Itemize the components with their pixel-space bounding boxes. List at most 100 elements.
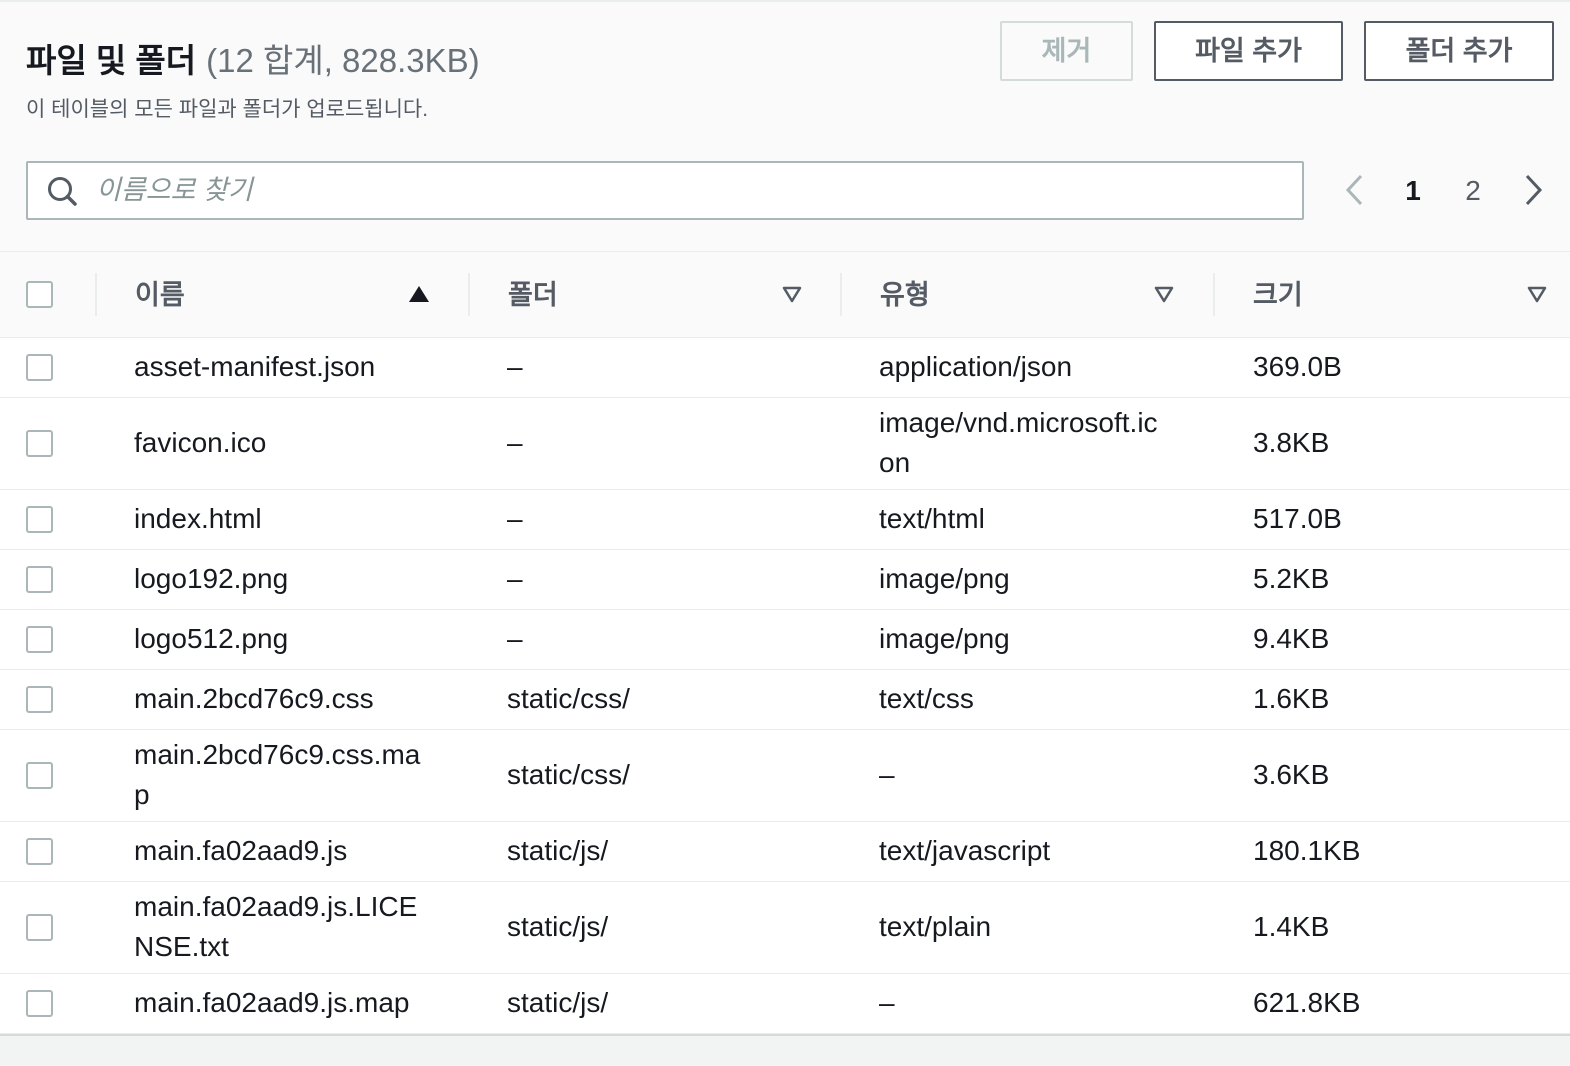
row-checkbox[interactable] xyxy=(26,761,53,789)
folder-cell: – xyxy=(507,623,523,654)
add-folder-button[interactable]: 폴더 추가 xyxy=(1364,21,1554,81)
add-files-button[interactable]: 파일 추가 xyxy=(1154,21,1343,81)
type-cell: – xyxy=(879,759,895,790)
table-row: main.fa02aad9.js.map static/js/ – 621.8K… xyxy=(0,974,1570,1034)
column-header-type[interactable]: 유형 xyxy=(840,252,1213,337)
folder-cell: static/css/ xyxy=(507,759,630,790)
folder-cell: static/js/ xyxy=(507,987,609,1018)
file-name-cell: logo512.png xyxy=(134,623,289,654)
files-panel-header: 파일 및 폴더 (12 합계, 828.3KB) 이 테이블의 모든 파일과 폴더… xyxy=(0,0,1570,251)
row-checkbox[interactable] xyxy=(26,837,53,865)
search-input[interactable] xyxy=(96,163,1286,218)
column-header-label: 폴더 xyxy=(508,279,558,310)
select-all-checkbox[interactable] xyxy=(26,281,53,308)
type-cell: text/javascript xyxy=(879,835,1051,866)
size-cell: 1.4KB xyxy=(1253,911,1330,942)
file-name-cell: main.fa02aad9.js.map xyxy=(134,987,410,1018)
folder-cell: static/js/ xyxy=(507,835,609,866)
file-name-cell: index.html xyxy=(134,503,262,534)
table-row: main.2bcd76c9.css.map static/css/ – 3.6K… xyxy=(0,730,1570,822)
file-name-cell: main.2bcd76c9.css.map xyxy=(134,739,421,810)
table-row: asset-manifest.json – application/json 3… xyxy=(0,338,1570,398)
type-cell: text/html xyxy=(879,503,985,534)
type-cell: text/plain xyxy=(879,911,992,942)
size-cell: 621.8KB xyxy=(1253,987,1361,1018)
page-button-2[interactable]: 2 xyxy=(1458,161,1488,220)
row-checkbox[interactable] xyxy=(26,913,53,941)
row-select-cell xyxy=(0,761,95,789)
column-divider xyxy=(468,273,470,316)
file-name-cell: favicon.ico xyxy=(134,427,267,458)
row-checkbox[interactable] xyxy=(26,685,53,713)
column-header-label: 크기 xyxy=(1253,279,1303,310)
panel-description: 이 테이블의 모든 파일과 폴더가 업로드됩니다. xyxy=(26,98,429,121)
panel-title-text: 파일 및 폴더 xyxy=(26,42,197,79)
search-icon xyxy=(44,173,78,207)
file-table-body: asset-manifest.json – application/json 3… xyxy=(0,338,1570,1036)
size-cell: 1.6KB xyxy=(1253,683,1330,714)
table-row: main.fa02aad9.js static/js/ text/javascr… xyxy=(0,822,1570,882)
table-row: main.fa02aad9.js.LICENSE.txt static/js/ … xyxy=(0,882,1570,974)
page-button-1[interactable]: 1 xyxy=(1398,161,1428,220)
search-box xyxy=(26,161,1304,220)
file-name-cell: asset-manifest.json xyxy=(134,351,376,382)
type-cell: application/json xyxy=(879,351,1073,382)
sort-caret-down-icon xyxy=(1527,286,1547,303)
sort-caret-up-icon xyxy=(409,286,429,303)
type-cell: image/png xyxy=(879,623,1010,654)
row-select-cell xyxy=(0,353,95,381)
size-cell: 369.0B xyxy=(1253,351,1342,382)
size-cell: 5.2KB xyxy=(1253,563,1330,594)
row-select-cell xyxy=(0,625,95,653)
column-header-size[interactable]: 크기 xyxy=(1213,252,1570,337)
row-select-cell xyxy=(0,429,95,457)
table-row: logo192.png – image/png 5.2KB xyxy=(0,550,1570,610)
sort-caret-down-icon xyxy=(782,286,802,303)
next-page-button[interactable] xyxy=(1522,174,1544,206)
row-checkbox[interactable] xyxy=(26,353,53,381)
row-select-cell xyxy=(0,565,95,593)
folder-cell: static/css/ xyxy=(507,683,630,714)
size-cell: 3.6KB xyxy=(1253,759,1330,790)
size-cell: 3.8KB xyxy=(1253,427,1330,458)
folder-cell: – xyxy=(507,427,523,458)
table-row: logo512.png – image/png 9.4KB xyxy=(0,610,1570,670)
column-header-label: 이름 xyxy=(135,279,185,310)
item-count-summary: (12 합계, 828.3KB) xyxy=(206,42,480,79)
row-select-cell xyxy=(0,837,95,865)
file-name-cell: main.2bcd76c9.css xyxy=(134,683,374,714)
column-header-name[interactable]: 이름 xyxy=(95,252,468,337)
type-cell: image/png xyxy=(879,563,1010,594)
file-name-cell: main.fa02aad9.js.LICENSE.txt xyxy=(134,891,418,962)
folder-cell: static/js/ xyxy=(507,911,609,942)
row-select-cell xyxy=(0,989,95,1017)
table-row: favicon.ico – image/vnd.microsoft.icon 3… xyxy=(0,398,1570,490)
row-checkbox[interactable] xyxy=(26,429,53,457)
select-all-cell xyxy=(0,252,95,337)
row-select-cell xyxy=(0,913,95,941)
type-cell: – xyxy=(879,987,895,1018)
row-checkbox[interactable] xyxy=(26,625,53,653)
file-name-cell: main.fa02aad9.js xyxy=(134,835,348,866)
type-cell: image/vnd.microsoft.icon xyxy=(879,407,1158,478)
column-header-folder[interactable]: 폴더 xyxy=(468,252,840,337)
chevron-left-icon xyxy=(1344,174,1366,206)
sort-caret-down-icon xyxy=(1154,286,1174,303)
row-select-cell xyxy=(0,505,95,533)
folder-cell: – xyxy=(507,503,523,534)
size-cell: 180.1KB xyxy=(1253,835,1361,866)
row-checkbox[interactable] xyxy=(26,505,53,533)
size-cell: 9.4KB xyxy=(1253,623,1330,654)
column-divider xyxy=(1213,273,1215,316)
row-checkbox[interactable] xyxy=(26,565,53,593)
previous-page-button[interactable] xyxy=(1344,174,1366,206)
table-row: index.html – text/html 517.0B xyxy=(0,490,1570,550)
size-cell: 517.0B xyxy=(1253,503,1342,534)
column-header-label: 유형 xyxy=(880,279,930,310)
row-checkbox[interactable] xyxy=(26,989,53,1017)
folder-cell: – xyxy=(507,351,523,382)
file-name-cell: logo192.png xyxy=(134,563,289,594)
pagination: 1 2 xyxy=(1330,161,1558,220)
row-select-cell xyxy=(0,685,95,713)
remove-button[interactable]: 제거 xyxy=(1000,21,1133,81)
